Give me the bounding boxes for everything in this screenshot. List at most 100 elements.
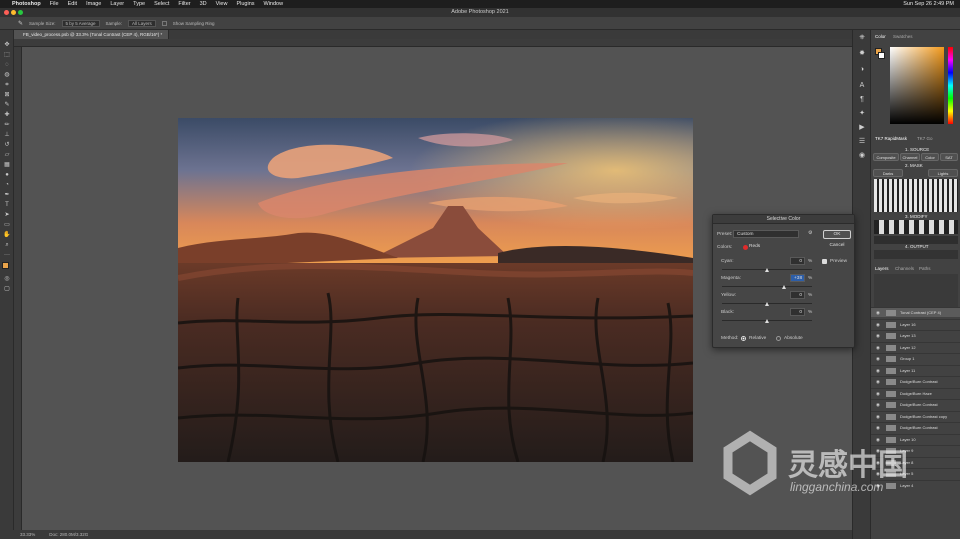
frame-tool-icon[interactable]: ⊠ xyxy=(3,92,11,98)
tab-swatches[interactable]: Swatches xyxy=(893,34,913,39)
tk-composite-button[interactable]: Composite xyxy=(873,153,899,161)
visibility-eye-icon[interactable]: ◉ xyxy=(876,400,880,410)
menu-edit[interactable]: Edit xyxy=(68,1,77,7)
layer-row[interactable]: ◉ Layer 12 xyxy=(871,341,960,353)
menu-file[interactable]: File xyxy=(50,1,59,7)
layer-row[interactable]: ◉ Layer 11 xyxy=(871,364,960,376)
tk-panel-icon[interactable]: ◉ xyxy=(857,152,867,160)
foreground-color-swatch[interactable] xyxy=(2,262,9,269)
gradient-tool-icon[interactable]: ▦ xyxy=(3,162,11,168)
tab-tk-rapidmask[interactable]: TK7 RapidMask xyxy=(875,136,907,141)
relative-radio[interactable] xyxy=(741,336,746,341)
healing-tool-icon[interactable]: ✚ xyxy=(3,112,11,118)
menu-window[interactable]: Window xyxy=(264,1,284,7)
preset-options-icon[interactable]: ⚙ xyxy=(808,231,812,236)
layer-row[interactable]: ◉ Dodge/Burn Haze xyxy=(871,387,960,399)
visibility-eye-icon[interactable]: ◉ xyxy=(876,343,880,353)
cyan-slider-thumb[interactable] xyxy=(765,268,769,272)
pen-tool-icon[interactable]: ✒ xyxy=(3,192,11,198)
zoom-tool-icon[interactable]: ⌕ xyxy=(3,242,11,248)
menu-view[interactable]: View xyxy=(216,1,228,7)
visibility-eye-icon[interactable]: ◉ xyxy=(876,320,880,330)
preset-select[interactable]: Custom xyxy=(733,230,799,238)
cyan-value[interactable]: 0 xyxy=(790,257,805,265)
type-tool-icon[interactable]: T xyxy=(3,202,11,208)
adjustments-panel-icon[interactable]: ◑ xyxy=(857,66,867,74)
history-brush-tool-icon[interactable]: ↺ xyxy=(3,142,11,148)
colors-select[interactable]: Reds xyxy=(733,243,813,251)
visibility-eye-icon[interactable]: ◉ xyxy=(876,354,880,364)
visibility-eye-icon[interactable]: ◉ xyxy=(876,389,880,399)
sample-select[interactable]: All Layers xyxy=(128,19,156,27)
panel-background-swatch[interactable] xyxy=(878,52,885,59)
tk-luminosity-keys[interactable] xyxy=(874,179,958,212)
minimize-window-button[interactable] xyxy=(11,10,16,15)
menu-plugins[interactable]: Plugins xyxy=(236,1,254,7)
visibility-eye-icon[interactable]: ◉ xyxy=(876,331,880,341)
blur-tool-icon[interactable]: ● xyxy=(3,172,11,178)
sample-size-select[interactable]: 5 by 5 Average xyxy=(61,19,100,27)
layer-row[interactable]: ◉ Dodge/Burn Contrast copy xyxy=(871,410,960,422)
stamp-tool-icon[interactable]: ⊥ xyxy=(3,132,11,138)
character-panel-icon[interactable]: A xyxy=(857,82,867,90)
tab-channels[interactable]: Channels xyxy=(895,266,914,271)
screen-mode-icon[interactable]: ▢ xyxy=(3,286,11,292)
zoom-window-button[interactable] xyxy=(18,10,23,15)
marquee-tool-icon[interactable]: ⬚ xyxy=(3,52,11,58)
rectangle-tool-icon[interactable]: ▭ xyxy=(3,222,11,228)
ok-button[interactable]: OK xyxy=(823,230,851,239)
layer-row[interactable]: ◉ Dodge/Burn Contrast xyxy=(871,399,960,409)
menu-layer[interactable]: Layer xyxy=(110,1,124,7)
show-sampling-ring-checkbox[interactable] xyxy=(161,20,167,26)
dodge-tool-icon[interactable]: ◔ xyxy=(3,182,11,188)
eyedropper-icon[interactable]: ✎ xyxy=(18,20,23,27)
menu-3d[interactable]: 3D xyxy=(200,1,207,7)
menu-select[interactable]: Select xyxy=(154,1,169,7)
layers-controls[interactable] xyxy=(874,274,958,307)
more-tools-icon[interactable]: ··· xyxy=(3,252,11,258)
tab-color[interactable]: Color xyxy=(875,34,886,39)
eyedropper-tool-icon[interactable]: ✎ xyxy=(3,102,11,108)
doc-size[interactable]: Doc: 280.0M/3.32G xyxy=(49,530,88,539)
magenta-slider[interactable] xyxy=(722,285,812,289)
tk-modify-buttons[interactable] xyxy=(874,220,958,234)
brushes-panel-icon[interactable]: ✸ xyxy=(857,50,867,58)
visibility-eye-icon[interactable]: ◉ xyxy=(876,366,880,376)
document-image[interactable] xyxy=(178,118,693,462)
black-slider[interactable] xyxy=(722,319,812,323)
tk-color-button[interactable]: Color xyxy=(921,153,939,161)
black-slider-thumb[interactable] xyxy=(765,319,769,323)
tab-paths[interactable]: Paths xyxy=(919,266,931,271)
tk-darks-button[interactable]: Darks xyxy=(873,169,903,177)
visibility-eye-icon[interactable]: ◉ xyxy=(876,377,880,387)
layer-row[interactable]: ◉ Layer 13 xyxy=(871,330,960,340)
visibility-eye-icon[interactable]: ◉ xyxy=(876,412,880,422)
move-tool-icon[interactable]: ✥ xyxy=(3,42,11,48)
absolute-radio[interactable] xyxy=(776,336,781,341)
menubar-clock[interactable]: Sun Sep 26 2:49 PM xyxy=(903,1,954,7)
crop-tool-icon[interactable]: ⌗ xyxy=(3,82,11,88)
yellow-slider-thumb[interactable] xyxy=(765,302,769,306)
layer-row[interactable]: ◉ Tonal Contrast (CEP 4) xyxy=(871,307,960,317)
tk-channel-button[interactable]: Channel xyxy=(900,153,920,161)
hand-tool-icon[interactable]: ✋ xyxy=(3,232,11,238)
magenta-value[interactable]: +38 xyxy=(790,274,805,282)
document-tab[interactable]: FB_video_process.psb @ 33.3% (Tonal Cont… xyxy=(14,30,169,39)
layer-row[interactable]: ◉ Dodge/Burn Contrast xyxy=(871,376,960,386)
history-panel-icon[interactable]: ⎈ xyxy=(857,34,867,42)
color-picker-field[interactable] xyxy=(890,47,944,124)
tk-output-buttons[interactable] xyxy=(874,236,958,244)
zoom-level[interactable]: 33.33% xyxy=(20,530,35,539)
eraser-tool-icon[interactable]: ▱ xyxy=(3,152,11,158)
quick-select-tool-icon[interactable]: ◍ xyxy=(3,72,11,78)
menu-filter[interactable]: Filter xyxy=(178,1,190,7)
layer-row[interactable]: ◉ Layer 16 xyxy=(871,318,960,330)
tab-tk-go[interactable]: TK7 Go xyxy=(917,136,933,141)
close-window-button[interactable] xyxy=(4,10,9,15)
tk-lights-button[interactable]: Lights xyxy=(928,169,958,177)
menu-app-name[interactable]: Photoshop xyxy=(12,1,41,7)
play-actions-icon[interactable]: ▶ xyxy=(857,124,867,132)
brush-tool-icon[interactable]: ✏ xyxy=(3,122,11,128)
layer-row[interactable]: ◉ Group 1 xyxy=(871,353,960,363)
lasso-tool-icon[interactable]: ◌ xyxy=(3,62,11,68)
